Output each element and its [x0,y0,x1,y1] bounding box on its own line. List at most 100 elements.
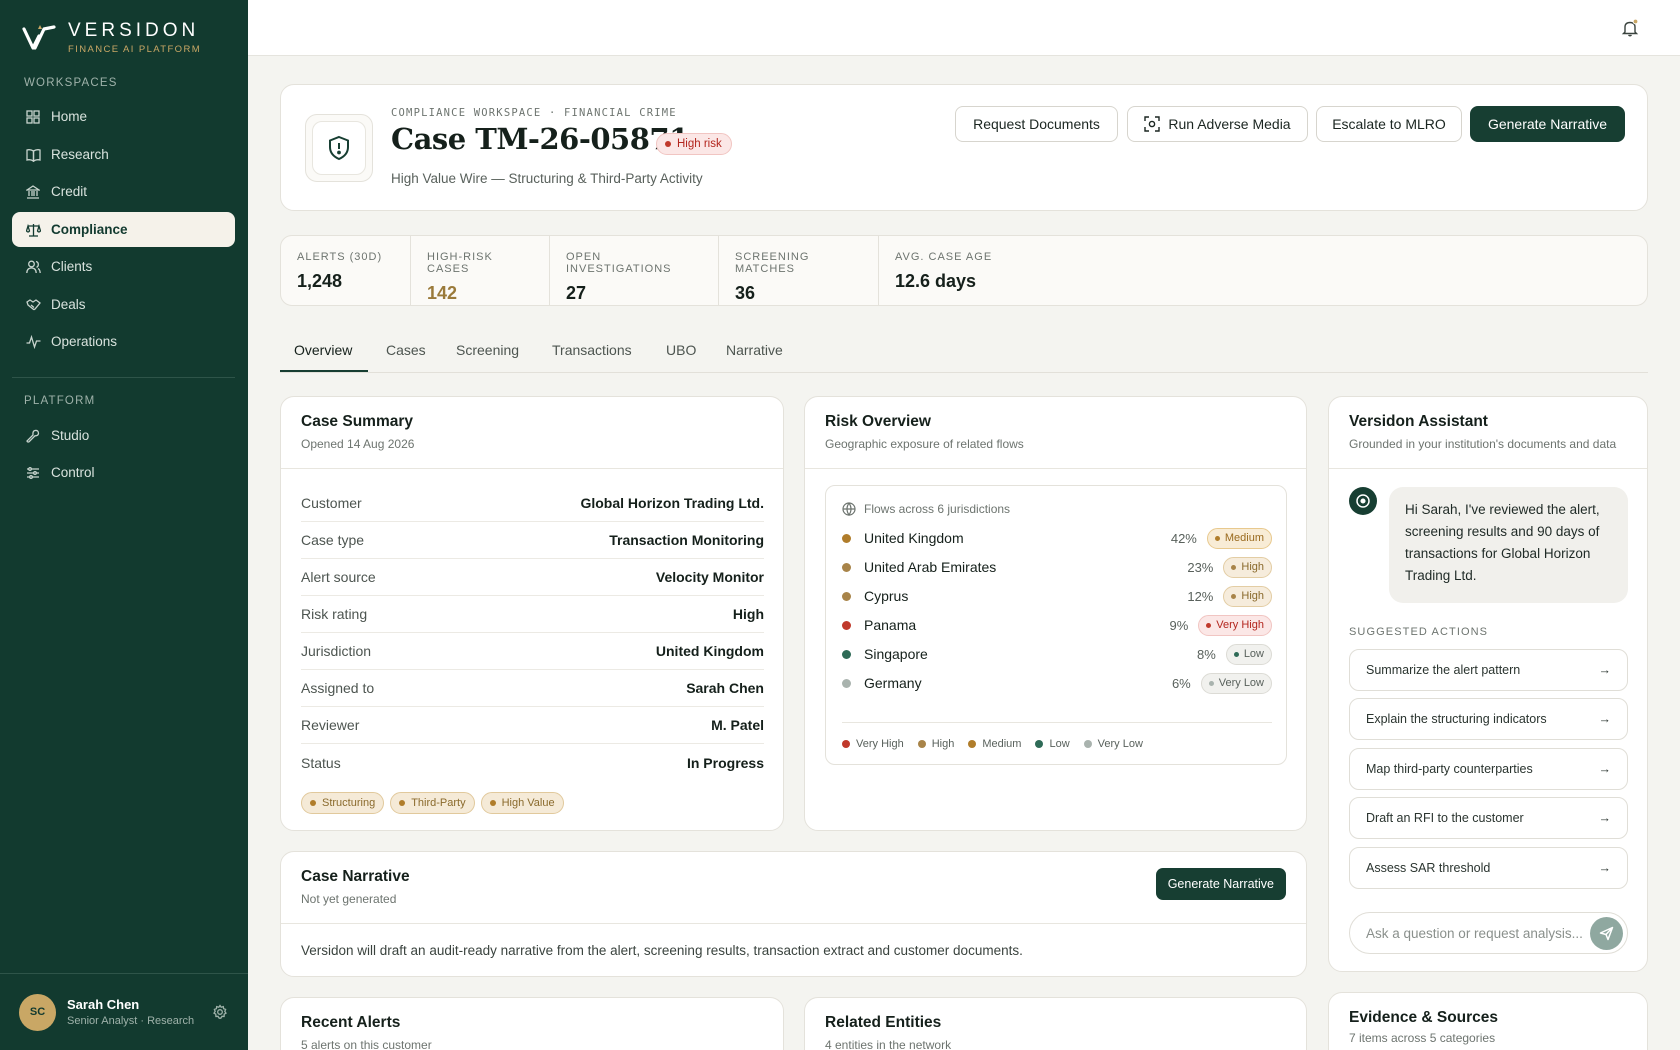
handshake-icon [25,297,41,313]
sidebar-item-operations[interactable]: Operations [12,324,235,359]
sidebar-item-label: Research [51,147,109,162]
suggestion-label: Explain the structuring indicators [1366,712,1547,726]
kpi-alerts: ALERTS (30D) 1,248 [281,236,411,305]
sidebar-item-control[interactable]: Control [12,455,235,490]
sidebar-item-label: Credit [51,184,88,199]
panel-subtitle: 5 alerts on this customer [301,1038,432,1050]
row-value: Transaction Monitoring [609,532,764,548]
risk-level-dot [842,620,851,630]
sidebar-item-home[interactable]: Home [12,99,235,134]
escalate-button[interactable]: Escalate to MLRO [1316,106,1462,142]
arrow-right-icon: → [1598,663,1612,677]
kpi-open-investigations: OPEN INVESTIGATIONS 27 [550,236,719,305]
suggestion-draft-rfi[interactable]: Draft an RFI to the customer → [1349,797,1628,839]
row-key: Customer [301,495,362,511]
legend-dot [968,740,977,748]
legend-dot [1083,740,1092,748]
topbar [248,0,1680,56]
sidebar-item-clients[interactable]: Clients [12,249,235,284]
kpi-value: 12.6 days [895,271,977,291]
tab-narrative[interactable]: Narrative [726,342,783,358]
legend-dot [1035,740,1044,748]
sidebar-item-label: Control [51,465,95,480]
summary-row-jurisdiction: Jurisdiction United Kingdom [301,633,764,670]
tag-dot [399,800,406,806]
user-profile[interactable]: SC Sarah Chen Senior Analyst · Research [0,973,248,1050]
risk-level-label: Very Low [1218,677,1264,689]
row-value: United Kingdom [655,643,764,659]
summary-row-alert-source: Alert source Velocity Monitor [301,559,764,596]
wrench-icon [25,428,41,444]
arrow-right-icon: → [1598,811,1612,825]
sidebar-item-label: Studio [51,428,90,443]
case-header: COMPLIANCE WORKSPACE · FINANCIAL CRIME C… [280,84,1648,211]
notification-bell-icon[interactable] [1620,18,1640,38]
activity-icon [25,334,41,350]
user-name: Sarah Chen [67,997,140,1012]
generate-narrative-inline-button[interactable]: Generate Narrative [1155,868,1286,900]
case-icon-frame [305,114,373,182]
gear-icon[interactable] [212,1004,228,1020]
tab-screening[interactable]: Screening [456,342,519,358]
risk-badge-label: High risk [677,138,722,150]
jurisdiction-row: Germany 6% Very Low [842,672,1272,694]
sliders-icon [25,465,41,481]
suggestion-map[interactable]: Map third-party counterparties → [1349,748,1628,790]
assistant-message: Hi Sarah, I've reviewed the alert, scree… [1389,487,1628,603]
panel-subtitle: Grounded in your institution's documents… [1349,437,1617,451]
jurisdiction-name: Germany [864,675,922,691]
tab-overview[interactable]: Overview [294,342,352,358]
row-key: Reviewer [301,717,360,733]
suggestion-label: Summarize the alert pattern [1366,663,1521,677]
suggestion-summarize[interactable]: Summarize the alert pattern → [1349,649,1628,691]
assistant-panel: Versidon Assistant Grounded in your inst… [1328,396,1648,972]
summary-row-customer: Customer Global Horizon Trading Ltd. [301,485,764,522]
grid-icon [25,109,41,125]
legend-item: Very Low [1083,738,1143,750]
sidebar-item-compliance[interactable]: Compliance [12,212,235,247]
risk-level-label: Low [1243,648,1264,660]
panel-subtitle: Geographic exposure of related flows [825,437,1024,451]
scan-icon [1144,116,1161,132]
tab-cases[interactable]: Cases [386,342,426,358]
request-documents-button[interactable]: Request Documents [955,106,1118,142]
kpi-screening-matches: SCREENING MATCHES 36 [719,236,879,305]
sidebar-divider [12,377,235,378]
run-adverse-media-label: Run Adverse Media [1168,116,1291,132]
panel-title: Risk Overview [825,413,931,430]
book-icon [25,147,41,163]
suggestion-label: Assess SAR threshold [1366,861,1491,875]
panel-title: Versidon Assistant [1349,413,1488,430]
panel-divider [281,923,1306,924]
assistant-input[interactable] [1366,913,1586,953]
sidebar-item-deals[interactable]: Deals [12,287,235,322]
tag-third-party: Third-Party [390,792,475,814]
panel-title: Case Summary [301,413,414,430]
badge-dot [1233,651,1239,657]
kpi-value: 142 [427,283,458,303]
brand[interactable]: VERSIDON FINANCE AI PLATFORM [22,20,201,55]
jurisdiction-name: United Arab Emirates [864,559,997,575]
active-tab-indicator [280,370,368,372]
sidebar: VERSIDON FINANCE AI PLATFORM WORKSPACES … [0,0,248,1050]
suggestion-explain[interactable]: Explain the structuring indicators → [1349,698,1628,740]
sidebar-item-studio[interactable]: Studio [12,418,235,453]
run-adverse-media-button[interactable]: Run Adverse Media [1127,106,1308,142]
kpi-label: OPEN INVESTIGATIONS [566,251,672,275]
sidebar-item-label: Clients [51,259,93,274]
send-button[interactable] [1590,917,1623,950]
legend-item: Low [1035,738,1070,750]
suggestion-assess-sar[interactable]: Assess SAR threshold → [1349,847,1628,889]
suggestion-label: Draft an RFI to the customer [1366,811,1524,825]
tab-ubo[interactable]: UBO [666,342,696,358]
sidebar-item-credit[interactable]: Credit [12,174,235,209]
generate-narrative-button[interactable]: Generate Narrative [1470,106,1625,142]
case-eyebrow: COMPLIANCE WORKSPACE · FINANCIAL CRIME [391,107,677,119]
sidebar-item-research[interactable]: Research [12,137,235,172]
jurisdiction-share: 12% [1187,588,1214,604]
tag-dot [310,800,316,806]
tab-transactions[interactable]: Transactions [552,342,632,358]
legend-label: Low [1049,738,1070,750]
arrow-right-icon: → [1598,712,1612,726]
narrative-description: Versidon will draft an audit-ready narra… [301,943,1023,958]
